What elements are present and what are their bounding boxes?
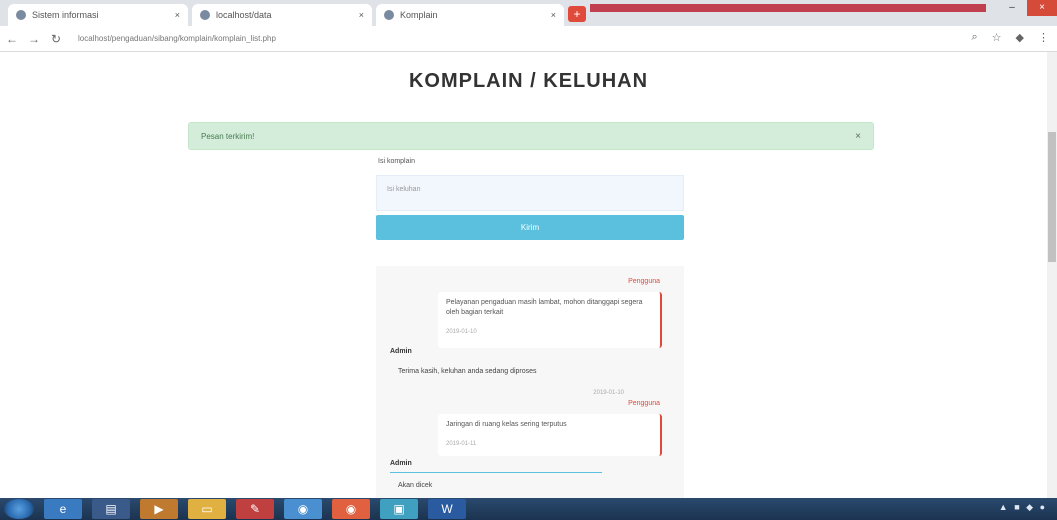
close-icon[interactable]: ×	[175, 10, 180, 20]
page-scrollbar[interactable]	[1047, 52, 1057, 498]
forward-icon[interactable]: →	[28, 32, 40, 46]
menu-icon[interactable]: ⋮	[1038, 31, 1049, 44]
media-icon[interactable]: ▶	[140, 499, 178, 519]
page-icon	[384, 10, 394, 20]
browser-tabstrip: Sistem informasi × localhost/data × Komp…	[0, 0, 1057, 26]
window-controls: – ×	[997, 0, 1057, 16]
message-time: 2019-01-10	[446, 328, 477, 335]
message-time: 2019-01-11	[446, 440, 477, 447]
system-tray[interactable]: ▲ ■ ◆ ●	[999, 502, 1047, 513]
conversation-panel[interactable]: Pengguna Pelayanan pengaduan masih lamba…	[376, 266, 684, 498]
paint-icon[interactable]: ✎	[236, 499, 274, 519]
extension-icon[interactable]: ◆	[1016, 31, 1024, 44]
chrome-icon[interactable]: ◉	[284, 499, 322, 519]
tab-label: Komplain	[400, 10, 438, 20]
reply-text: Akan dicek	[398, 482, 433, 489]
message-text: Pelayanan pengaduan masih lambat, mohon …	[446, 299, 643, 316]
globe-icon	[200, 10, 210, 20]
reply-author: Admin	[390, 460, 412, 467]
address-bar: ← → ↻ localhost/pengaduan/sibang/komplai…	[0, 26, 1057, 52]
complaint-input[interactable]: Isi keluhan	[376, 175, 684, 211]
browser-tab-2[interactable]: localhost/data ×	[192, 4, 372, 26]
complaint-label: Isi komplain	[378, 158, 415, 165]
zoom-icon[interactable]: ⌕	[971, 31, 977, 44]
tab-label: localhost/data	[216, 10, 272, 20]
url-field[interactable]: localhost/pengaduan/sibang/komplain/komp…	[78, 34, 276, 43]
back-icon[interactable]: ←	[6, 32, 18, 46]
reply-author: Admin	[390, 348, 412, 355]
page-title: KOMPLAIN / KELUHAN	[408, 70, 649, 92]
tab-label: Sistem informasi	[32, 10, 99, 20]
success-alert: Pesan terkirim! ×	[188, 122, 874, 150]
reload-icon[interactable]: ↻	[50, 32, 62, 46]
app-icon[interactable]: ▣	[380, 499, 418, 519]
browser-tab-3[interactable]: Komplain ×	[376, 4, 564, 26]
ie-icon[interactable]: e	[44, 499, 82, 519]
close-icon[interactable]: ×	[551, 10, 556, 20]
alert-text: Pesan terkirim!	[201, 131, 255, 141]
message-sender: Pengguna	[628, 400, 660, 407]
folder-icon[interactable]: ▭	[188, 499, 226, 519]
message-text: Jaringan di ruang kelas sering terputus	[446, 421, 567, 428]
browser-tab-1[interactable]: Sistem informasi ×	[8, 4, 188, 26]
scrollbar-thumb[interactable]	[1048, 132, 1056, 262]
close-icon[interactable]: ×	[855, 131, 861, 142]
close-icon[interactable]: ×	[359, 10, 364, 20]
chrome-icon-2[interactable]: ◉	[332, 499, 370, 519]
reply-time: 2019-01-10	[593, 390, 624, 396]
message-sender: Pengguna	[628, 278, 660, 285]
reply-divider	[390, 472, 602, 473]
reply-text: Terima kasih, keluhan anda sedang dipros…	[398, 368, 537, 375]
message-bubble: Pelayanan pengaduan masih lambat, mohon …	[438, 292, 662, 348]
message-bubble: Jaringan di ruang kelas sering terputus …	[438, 414, 662, 456]
star-icon[interactable]: ☆	[992, 31, 1002, 44]
os-taskbar: e ▤ ▶ ▭ ✎ ◉ ◉ ▣ W ▲ ■ ◆ ●	[0, 498, 1057, 520]
start-button[interactable]	[4, 499, 34, 519]
word-icon[interactable]: W	[428, 499, 466, 519]
new-tab-button[interactable]: +	[568, 6, 586, 22]
titlebar-decoration	[590, 4, 986, 12]
submit-button[interactable]: Kirim	[376, 215, 684, 240]
minimize-icon[interactable]: –	[997, 0, 1027, 16]
close-window-icon[interactable]: ×	[1027, 0, 1057, 16]
globe-icon	[16, 10, 26, 20]
explorer-icon[interactable]: ▤	[92, 499, 130, 519]
